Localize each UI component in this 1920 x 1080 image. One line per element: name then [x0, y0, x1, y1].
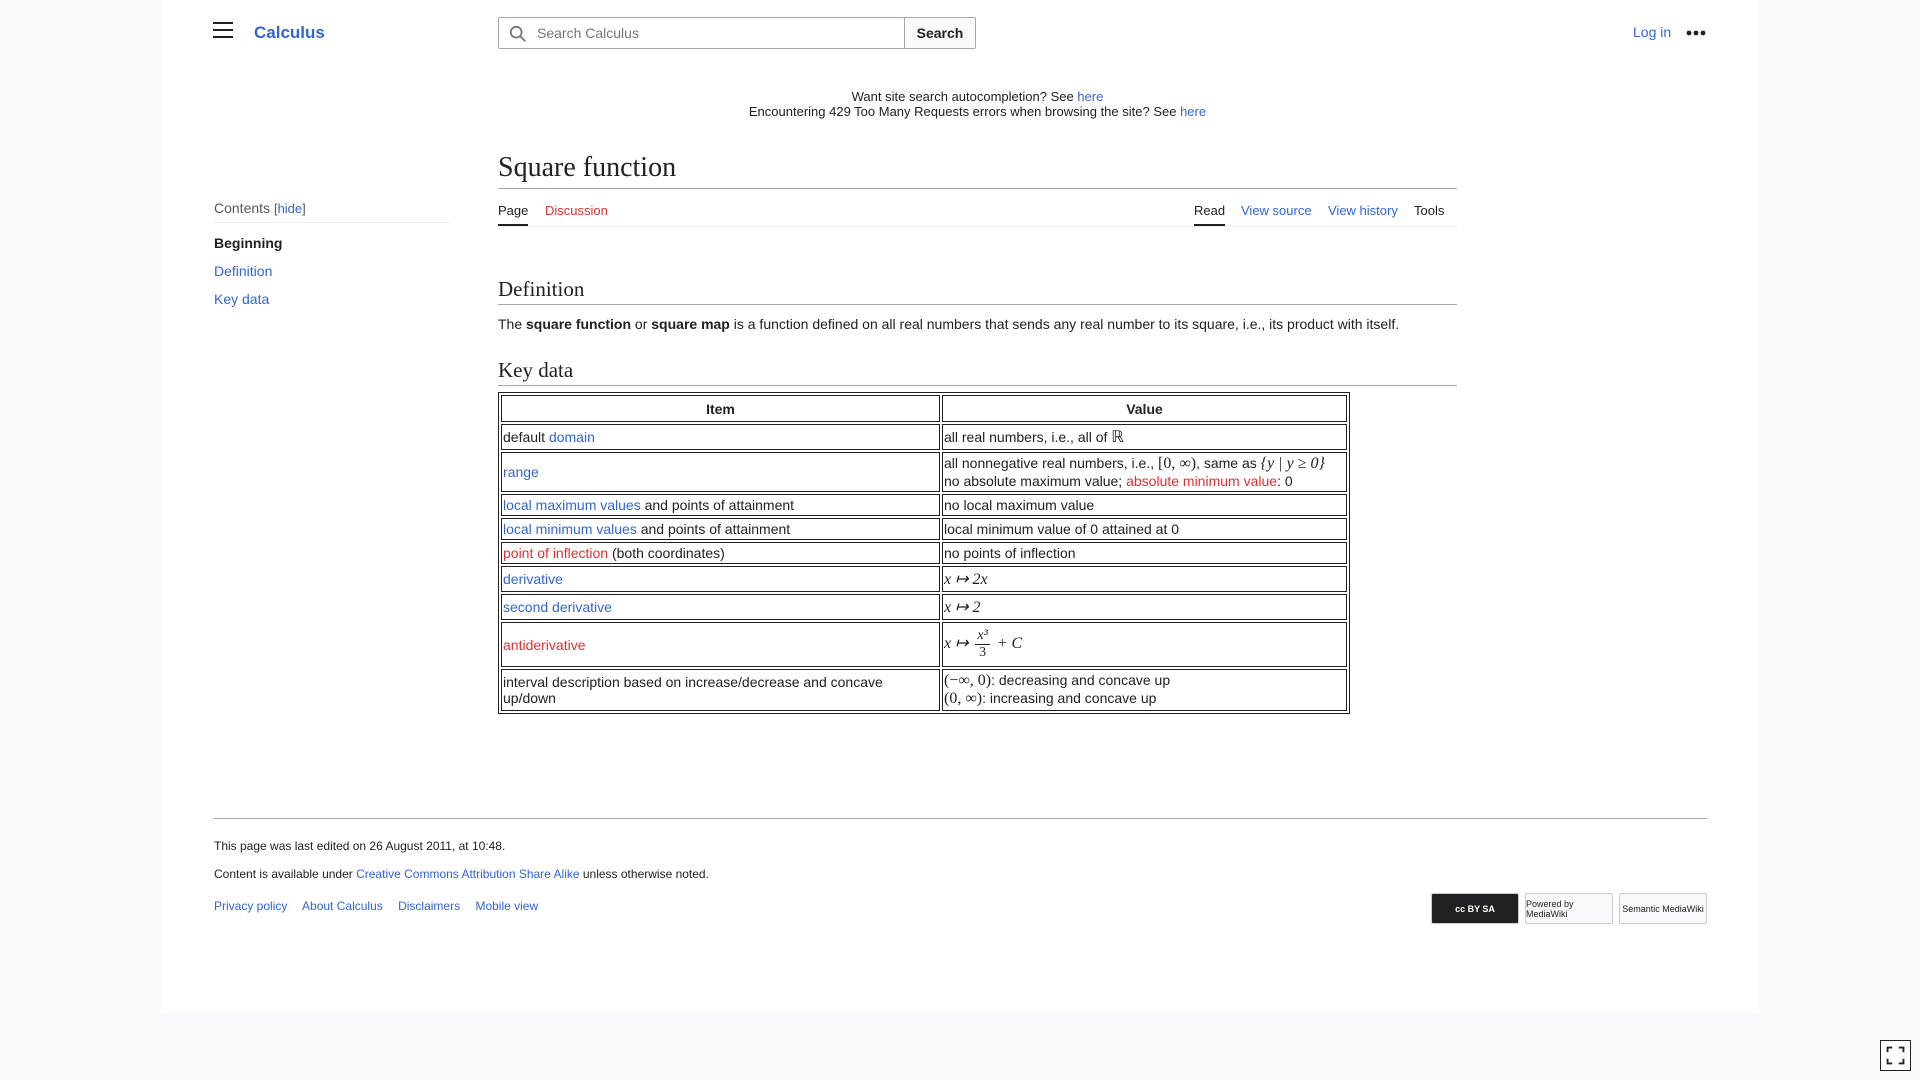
absolute-minimum-value-link[interactable]: absolute minimum value	[1126, 473, 1277, 489]
column-header-value: Value	[942, 395, 1347, 422]
powered-by-mediawiki-badge[interactable]: Powered by MediaWiki	[1525, 893, 1613, 924]
toc-header: Contents [hide]	[214, 200, 449, 223]
search-icon	[509, 25, 526, 42]
semantic-mediawiki-badge[interactable]: Semantic MediaWiki	[1619, 893, 1707, 924]
search-input[interactable]	[535, 18, 895, 48]
key-data-table: Item Value default domain all real numbe…	[498, 392, 1350, 714]
table-header-row: Item Value	[501, 395, 1347, 422]
notice-line-autocompletion: Want site search autocompletion? See her…	[851, 89, 1104, 104]
range-link[interactable]: range	[503, 464, 539, 480]
table-row: second derivative x ↦ 2	[501, 594, 1347, 620]
toc-item-beginning[interactable]: Beginning	[214, 235, 449, 251]
toc-item-definition[interactable]: Definition	[214, 263, 272, 279]
page-tabs: Page Discussion Read View source View hi…	[498, 199, 1457, 227]
tab-discussion[interactable]: Discussion	[545, 203, 608, 224]
second-derivative-formula: x ↦ 2	[944, 599, 981, 616]
local-minimum-values-link[interactable]: local minimum values	[503, 521, 637, 537]
table-row: interval description based on increase/d…	[501, 669, 1347, 711]
table-row: point of inflection (both coordinates) n…	[501, 542, 1347, 564]
tab-read[interactable]: Read	[1194, 203, 1226, 226]
notice-here-link-2[interactable]: here	[1180, 104, 1206, 119]
definition-paragraph: The square function or square map is a f…	[498, 316, 1400, 332]
table-row: antiderivative x ↦ x³ 3 + C	[501, 622, 1347, 667]
notice-here-link-1[interactable]: here	[1077, 89, 1103, 104]
point-of-inflection-link[interactable]: point of inflection	[503, 545, 608, 561]
tab-view-source[interactable]: View source	[1241, 203, 1312, 224]
tab-page[interactable]: Page	[498, 203, 529, 226]
search-form: Search	[498, 17, 976, 49]
derivative-formula: x ↦ 2x	[944, 571, 988, 588]
fullscreen-button[interactable]	[1880, 1040, 1911, 1071]
last-edited-text: This page was last edited on 26 August 2…	[214, 839, 506, 853]
toc-item-key-data[interactable]: Key data	[214, 291, 269, 307]
derivative-link[interactable]: derivative	[503, 571, 563, 587]
column-header-item: Item	[501, 395, 940, 422]
key-data-heading: Key data	[498, 358, 1457, 386]
license-text: Content is available under Creative Comm…	[214, 867, 709, 881]
site-notice: Want site search autocompletion? See her…	[498, 89, 1457, 119]
table-of-contents: Contents [hide] Beginning Definition Key…	[214, 200, 449, 307]
antiderivative-formula: x ↦ x³ 3 + C	[942, 622, 1347, 667]
main-menu-icon[interactable]	[213, 22, 233, 38]
mobile-view-link[interactable]: Mobile view	[475, 899, 538, 913]
table-row: local maximum values and points of attai…	[501, 494, 1347, 516]
tab-tools[interactable]: Tools	[1414, 203, 1444, 224]
tab-view-history[interactable]: View history	[1328, 203, 1398, 224]
more-options-icon[interactable]	[1686, 30, 1706, 36]
login-link[interactable]: Log in	[1633, 24, 1671, 40]
footer: This page was last edited on 26 August 2…	[214, 818, 1707, 924]
table-row: range all nonnegative real numbers, i.e.…	[501, 452, 1347, 492]
second-derivative-link[interactable]: second derivative	[503, 599, 612, 615]
table-row: derivative x ↦ 2x	[501, 566, 1347, 592]
toc-hide-link[interactable]: hide	[278, 201, 303, 216]
antiderivative-link[interactable]: antiderivative	[503, 637, 586, 653]
site-title[interactable]: Calculus	[254, 23, 325, 43]
search-box[interactable]	[498, 17, 905, 49]
notice-line-429: Encountering 429 Too Many Requests error…	[748, 104, 1207, 119]
domain-link[interactable]: domain	[549, 429, 595, 445]
page-container: Calculus Search Log in Want site search …	[161, 0, 1759, 1013]
page-title: Square function	[498, 152, 1457, 189]
cc-by-sa-badge[interactable]: cc BY SA	[1431, 893, 1519, 924]
privacy-policy-link[interactable]: Privacy policy	[214, 899, 287, 913]
disclaimers-link[interactable]: Disclaimers	[398, 899, 460, 913]
table-row: local minimum values and points of attai…	[501, 518, 1347, 540]
local-maximum-values-link[interactable]: local maximum values	[503, 497, 641, 513]
reals-symbol: ℝ	[1111, 429, 1124, 446]
footer-badges: cc BY SA Powered by MediaWiki Semantic M…	[1431, 893, 1707, 924]
toc-title: Contents	[214, 200, 271, 216]
about-link[interactable]: About Calculus	[302, 899, 383, 913]
search-button[interactable]: Search	[904, 17, 976, 49]
license-link[interactable]: Creative Commons Attribution Share Alike	[356, 867, 579, 881]
table-row: default domain all real numbers, i.e., a…	[501, 424, 1347, 450]
definition-heading: Definition	[498, 277, 1457, 305]
footer-links: Privacy policy About Calculus Disclaimer…	[214, 899, 550, 913]
fullscreen-icon	[1886, 1046, 1905, 1065]
